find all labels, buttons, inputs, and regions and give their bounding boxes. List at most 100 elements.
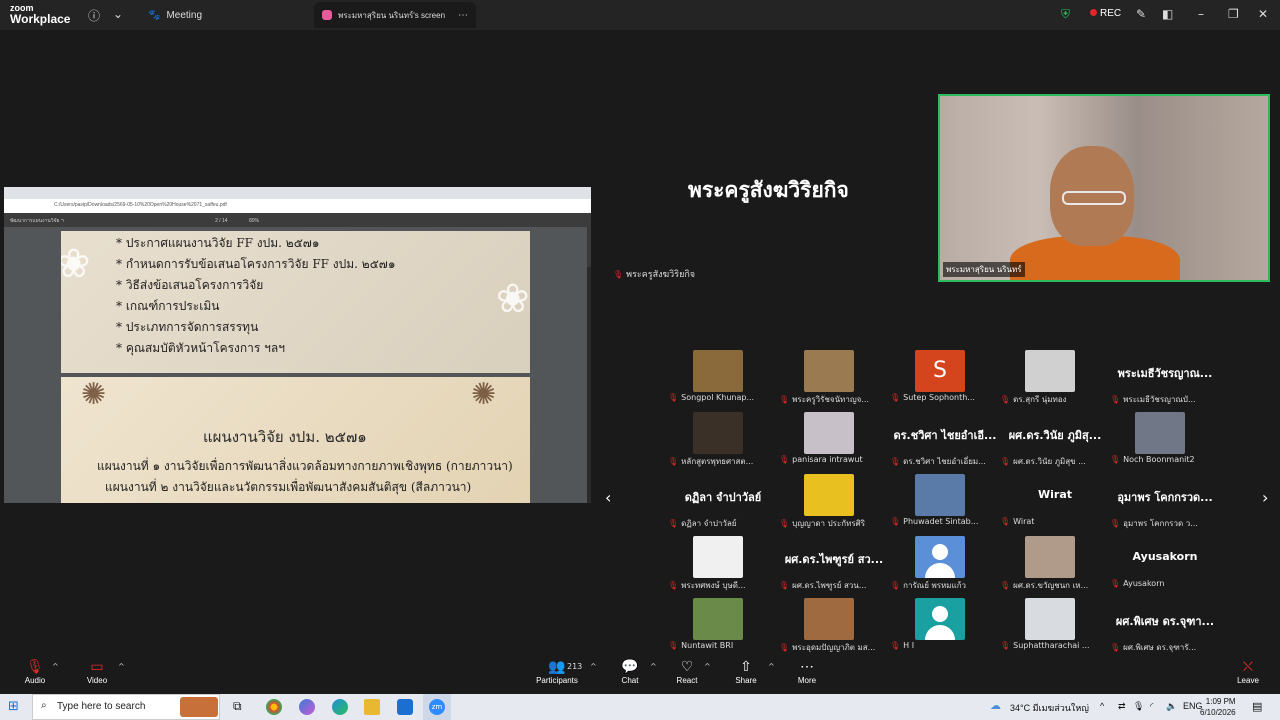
wifi-icon[interactable]: ◜ (1150, 701, 1154, 712)
pdf-page-2: ✺ ✺ แผนงานวิจัย งปม. ๒๕๗๑ แผนงานที่ ๑ งา… (61, 377, 530, 503)
mic-muted-icon: 🎙 (1000, 581, 1011, 590)
participant-thumbnail (693, 412, 743, 454)
participant-display-name: ผศ.ดร.วินัย ภูมิสุ... (1008, 429, 1102, 442)
close-icon[interactable]: ✕ (1258, 7, 1268, 21)
participant-tile[interactable]: พระเมธีวัชรญาณ... 🎙 พระเมธีวัชรญาณบั... (1110, 350, 1212, 405)
participant-tile[interactable]: ผศ.ดร.วินัย ภูมิสุ... 🎙 ผศ.ดร.วินัย ภูมิสุ… (1000, 412, 1101, 467)
screen-share-icon (322, 10, 332, 20)
participant-tile[interactable]: 🎙 Nuntawit BRI (668, 598, 768, 653)
ornament-icon: ✺ (471, 377, 497, 412)
chat-button[interactable]: 💬 Chat (618, 658, 642, 685)
video-off-icon: ▭ (90, 658, 104, 674)
participant-tile[interactable]: 🎙 ดร.สุกรี นุ่มทอง (1000, 350, 1100, 405)
video-caret-icon[interactable]: ^ (118, 662, 125, 671)
pdf-scrollbar[interactable] (587, 267, 591, 503)
participant-tile[interactable]: 🎙 พระอุดมปัญญาภิต มส... (779, 598, 879, 653)
shield-icon[interactable]: ⛨ (1061, 7, 1070, 22)
pencil-icon[interactable]: ✎ (1136, 7, 1146, 21)
share-label: Share (735, 676, 757, 685)
participant-display-name: พระเมธีวัชรญาณ... (1117, 367, 1213, 380)
mic-muted-icon: 🎙 (779, 519, 790, 528)
participant-tile[interactable]: 🎙 การัณย์ พรหมแก้ว (890, 536, 990, 591)
chevron-down-icon[interactable]: ⌄ (113, 7, 123, 21)
participant-name-label: 🎙 ดร.สุกรี นุ่มทอง (1000, 393, 1112, 406)
active-speaker-video[interactable]: พระมหาสุริยน นรินทร์ (938, 94, 1270, 282)
tab-meeting[interactable]: 🐾 Meeting (140, 2, 210, 28)
video-label: Video (86, 676, 108, 685)
chevron-left-icon[interactable]: ‹ (605, 488, 611, 507)
participant-tile[interactable]: 🎙 Songpol Khunap... (668, 350, 768, 405)
participant-display-name: ผศ.พิเศษ ดร.จุฑา... (1115, 615, 1215, 628)
participant-name-label: 🎙 ผศ.พิเศษ ดร.จุฑารั... (1110, 641, 1222, 654)
info-icon[interactable]: ⓘ (88, 7, 100, 24)
participant-name-label: 🎙 Noch Boonmanit2 (1110, 455, 1222, 464)
minimize-icon[interactable]: – (1198, 7, 1204, 21)
chat-caret-icon[interactable]: ^ (650, 662, 657, 671)
audio-caret-icon[interactable]: ^ (52, 662, 59, 671)
tab-share-screen[interactable]: พระมหาสุริยน นรินทร์'s screen ⋯ (314, 2, 476, 28)
ornament-icon: ✺ (81, 377, 107, 412)
restore-icon[interactable]: ❐ (1228, 7, 1239, 21)
participant-tile[interactable]: 🎙 Noch Boonmanit2 (1110, 412, 1210, 467)
participant-tile[interactable]: 🎙 บุญญาดา ประกัทรศิริ (779, 474, 879, 529)
participant-thumbnail (693, 598, 743, 640)
participant-tile[interactable]: 🎙 Phuwadet Sintab... (890, 474, 990, 529)
task-view-icon[interactable]: ⧉ (233, 699, 242, 714)
participant-tile[interactable]: ผศ.พิเศษ ดร.จุฑา... 🎙 ผศ.พิเศษ ดร.จุฑารั..… (1110, 598, 1214, 653)
participant-tile[interactable]: ผศ.ดร.ไพฑูรย์ สว... 🎙 ผศ.ดร.ไพฑูรย์ สวน... (779, 536, 883, 591)
weather-text[interactable]: 34°C มีเมฆส่วนใหญ่ (1010, 701, 1089, 715)
participants-label: Participants (536, 676, 578, 685)
participant-tile[interactable]: ดฏิลา จำปาวัลย์ 🎙 ดฏิลา จำปาวัลย์ (668, 474, 768, 529)
mic-muted-icon: 🎙 (779, 455, 790, 464)
file-explorer-icon[interactable] (364, 699, 380, 715)
more-options-icon[interactable]: ⋯ (458, 10, 468, 21)
notification-icon[interactable]: ▤ (1252, 700, 1262, 713)
chevron-up-icon[interactable]: ^ (1100, 701, 1104, 711)
windows-start-icon[interactable]: ⊞ (8, 699, 19, 714)
mic-muted-icon: 🎙 (1110, 395, 1121, 404)
volume-icon[interactable]: 🔈 (1166, 701, 1177, 712)
leave-button[interactable]: ⛌ Leave (1236, 658, 1260, 685)
recording-indicator[interactable]: REC (1090, 8, 1121, 19)
participant-name: พระครูวิรัชจนัทาญจ... (792, 395, 869, 404)
participant-tile[interactable]: 🎙 H I (890, 598, 990, 653)
participant-name: อุมาพร โคกกรวด ว... (1123, 519, 1198, 528)
participant-tile[interactable]: Ayusakorn 🎙 Ayusakorn (1110, 536, 1210, 591)
mic-tray-icon[interactable]: 🎙 (1133, 701, 1144, 712)
participant-name: ดฏิลา จำปาวัลย์ (681, 519, 737, 528)
participant-thumbnail (693, 350, 743, 392)
react-caret-icon[interactable]: ^ (704, 662, 711, 671)
edge-icon[interactable] (332, 699, 348, 715)
network-icon[interactable]: ⇄ (1118, 701, 1126, 712)
outlook-icon[interactable] (397, 699, 413, 715)
participant-tile[interactable]: 🎙 panisara intrawut (779, 412, 879, 467)
participant-tile[interactable]: 🎙 Suphattharachai ... (1000, 598, 1100, 653)
audio-button[interactable]: 🎙 Audio (22, 658, 48, 685)
react-button[interactable]: ♡ React (675, 658, 699, 685)
participant-tile[interactable]: อุมาพร โคกกรวด... 🎙 อุมาพร โคกกรวด ว... (1110, 474, 1213, 529)
participant-tile[interactable]: ดร.ชวิศา ไชยอำเอี... 🎙 ดร.ชวิศา ไชยอำเอี่ย… (890, 412, 997, 467)
layout-icon[interactable]: ◧ (1162, 7, 1173, 21)
participant-tile[interactable]: 🎙 หลักสูตรพุทธศาสต... (668, 412, 768, 467)
chrome-icon[interactable] (266, 699, 282, 715)
share-button[interactable]: ⇧ Share (734, 658, 758, 685)
copilot-icon[interactable] (299, 699, 315, 715)
participant-tile[interactable]: Wirat 🎙 Wirat (1000, 474, 1100, 529)
participant-tile[interactable]: 🎙 พระครูวิรัชจนัทาญจ... (779, 350, 879, 405)
participant-display-name: Wirat (1037, 488, 1072, 501)
audio-label: Audio (24, 676, 46, 685)
chevron-right-icon[interactable]: › (1262, 488, 1268, 507)
more-button[interactable]: ⋯ More (795, 658, 819, 685)
participant-thumbnail (915, 474, 965, 516)
pdf-page-1: ❀ ❀ * ประกาศแผนงานวิจัย FF งปม. ๒๕๗๑ * ก… (61, 231, 530, 373)
mic-muted-icon: 🎙 (1000, 641, 1011, 650)
share-caret-icon[interactable]: ^ (768, 662, 775, 671)
participant-tile[interactable]: S 🎙 Sutep Sophonth... (890, 350, 990, 405)
participant-tile[interactable]: 🎙 ผศ.ดร.ขวัญชนก เห... (1000, 536, 1100, 591)
tab-share-label: พระมหาสุริยน นรินทร์'s screen (338, 10, 446, 20)
participants-caret-icon[interactable]: ^ (590, 662, 597, 671)
participant-tile[interactable]: 🎙 พระทศพงษ์ บุษดี... (668, 536, 768, 591)
video-button[interactable]: ▭ Video (84, 658, 110, 685)
participant-name: ผศ.พิเศษ ดร.จุฑารั... (1123, 643, 1197, 652)
clock[interactable]: 1:09 PM 6/10/2026 (1200, 696, 1236, 718)
